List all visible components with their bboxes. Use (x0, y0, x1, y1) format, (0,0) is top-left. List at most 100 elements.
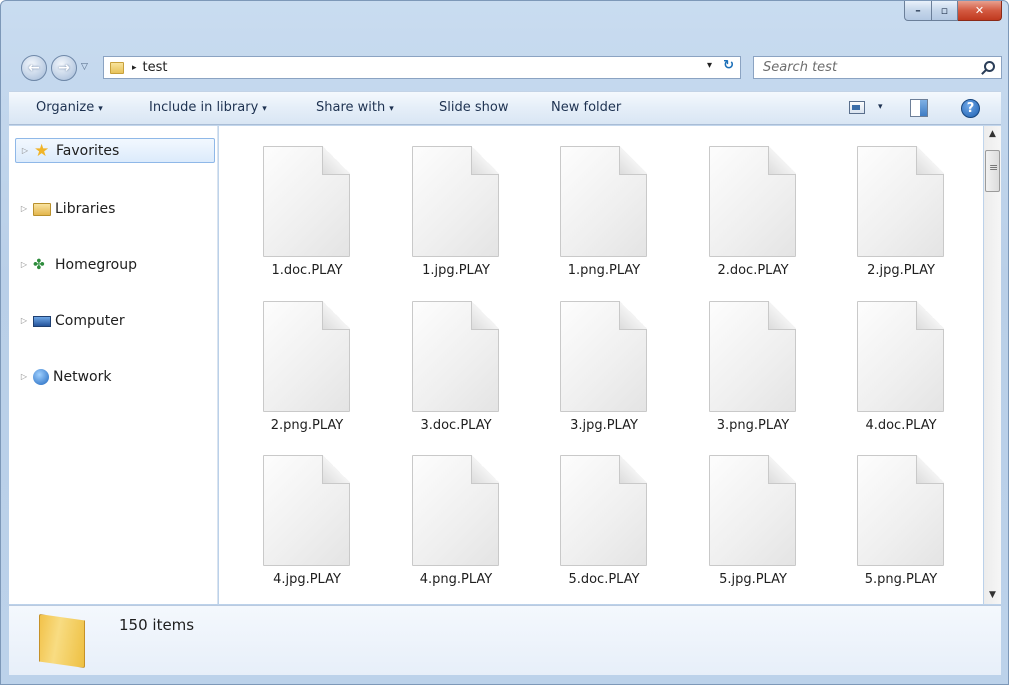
scroll-up-icon[interactable]: ▲ (984, 126, 1001, 143)
vertical-scrollbar[interactable]: ▲ ▼ (984, 126, 1001, 604)
star-icon: ★ (34, 140, 50, 161)
nav-label: Libraries (55, 200, 116, 217)
address-bar[interactable]: ▸ test ▾ ↻ (103, 56, 741, 79)
page-fold (322, 455, 350, 484)
recent-pages-dropdown[interactable]: ▽ (81, 62, 88, 72)
expand-arrow-icon[interactable]: ▷ (17, 316, 31, 325)
file-item[interactable]: 4.jpg.PLAY (227, 435, 350, 587)
share-with-button[interactable]: Share with ▾ (316, 100, 394, 115)
page-fold (768, 455, 796, 484)
page-fold (768, 301, 796, 330)
homegroup-icon: ✤ (33, 256, 45, 273)
file-name: 4.jpg.PLAY (273, 572, 341, 587)
page-fold (471, 301, 499, 330)
back-button[interactable]: ← (21, 55, 47, 81)
forward-arrow-icon: → (58, 60, 70, 76)
file-name: 1.jpg.PLAY (422, 263, 490, 278)
file-name: 2.doc.PLAY (717, 263, 789, 278)
page-fold (322, 301, 350, 330)
file-name: 2.jpg.PLAY (867, 263, 935, 278)
navigation-pane: ▷ ★ Favorites ▷ Libraries ▷ ✤ Homegroup … (9, 126, 218, 604)
help-icon[interactable]: ? (961, 99, 980, 118)
page-fold (916, 301, 944, 330)
nav-label: Favorites (56, 142, 120, 159)
command-bar: Organize ▾ Include in library ▾ Share with… (9, 91, 1001, 125)
chevron-down-icon[interactable]: ▾ (878, 102, 883, 112)
libraries-icon (33, 203, 51, 216)
forward-button[interactable]: → (51, 55, 77, 81)
file-name: 1.png.PLAY (567, 263, 641, 278)
include-in-library-label: Include in library (149, 100, 259, 115)
file-list: 1.doc.PLAY 1.jpg.PLAY 1.png.PLAY 2.doc.P… (219, 126, 983, 604)
minimize-button[interactable]: – (904, 1, 932, 21)
page-fold (619, 146, 647, 175)
scrollbar-thumb[interactable] (985, 150, 1000, 192)
file-item[interactable]: 1.doc.PLAY (227, 126, 350, 278)
file-item[interactable]: 2.doc.PLAY (673, 126, 796, 278)
nav-item-libraries[interactable]: ▷ Libraries (15, 196, 215, 221)
expand-arrow-icon[interactable]: ▷ (17, 204, 31, 213)
nav-item-network[interactable]: ▷ Network (15, 364, 215, 389)
file-name: 2.png.PLAY (270, 418, 344, 433)
back-arrow-icon: ← (28, 60, 40, 76)
breadcrumb-separator-icon[interactable]: ▸ (132, 63, 137, 73)
search-icon[interactable] (984, 61, 995, 72)
breadcrumb-current[interactable]: test (143, 60, 168, 75)
file-item[interactable]: 4.doc.PLAY (821, 281, 944, 433)
computer-icon (33, 316, 51, 327)
folder-icon (110, 61, 124, 74)
details-pane: 150 items (9, 605, 1001, 675)
slide-show-button[interactable]: Slide show (439, 100, 508, 115)
nav-item-computer[interactable]: ▷ Computer (15, 308, 215, 333)
page-fold (619, 455, 647, 484)
nav-item-favorites[interactable]: ▷ ★ Favorites (15, 138, 215, 163)
chevron-down-icon: ▾ (389, 104, 394, 114)
scroll-down-icon[interactable]: ▼ (984, 587, 1001, 604)
include-in-library-button[interactable]: Include in library ▾ (149, 100, 267, 115)
address-dropdown-icon[interactable]: ▾ (707, 60, 712, 71)
file-name: 5.jpg.PLAY (719, 572, 787, 587)
file-name: 4.doc.PLAY (865, 418, 937, 433)
nav-label: Computer (55, 312, 125, 329)
page-fold (322, 146, 350, 175)
explorer-window: – ▫ ✕ ← → ▽ ▸ test ▾ ↻ Search test Organ… (0, 0, 1009, 685)
file-item[interactable]: 5.png.PLAY (821, 435, 944, 587)
nav-label: Network (53, 368, 112, 385)
close-button[interactable]: ✕ (958, 1, 1002, 21)
maximize-button[interactable]: ▫ (932, 1, 958, 21)
file-name: 3.jpg.PLAY (570, 418, 638, 433)
file-item[interactable]: 5.jpg.PLAY (673, 435, 796, 587)
organize-button[interactable]: Organize ▾ (36, 100, 103, 115)
file-name: 5.doc.PLAY (568, 572, 640, 587)
file-item[interactable]: 4.png.PLAY (376, 435, 499, 587)
item-count: 150 items (119, 616, 195, 634)
network-icon (33, 368, 49, 385)
change-view-icon[interactable] (849, 101, 865, 114)
caption-buttons: – ▫ ✕ (904, 1, 1002, 21)
file-name: 1.doc.PLAY (271, 263, 343, 278)
nav-item-homegroup[interactable]: ▷ ✤ Homegroup (15, 252, 215, 277)
file-item[interactable]: 5.doc.PLAY (524, 435, 647, 587)
file-item[interactable]: 1.jpg.PLAY (376, 126, 499, 278)
preview-pane-icon[interactable] (910, 99, 928, 117)
folder-icon (39, 614, 85, 668)
file-item[interactable]: 3.doc.PLAY (376, 281, 499, 433)
search-input[interactable]: Search test (753, 56, 1002, 79)
search-placeholder: Search test (763, 60, 838, 75)
file-name: 4.png.PLAY (419, 572, 493, 587)
file-item[interactable]: 3.png.PLAY (673, 281, 796, 433)
expand-arrow-icon[interactable]: ▷ (17, 260, 31, 269)
page-fold (471, 455, 499, 484)
file-item[interactable]: 1.png.PLAY (524, 126, 647, 278)
file-item[interactable]: 2.png.PLAY (227, 281, 350, 433)
nav-label: Homegroup (55, 256, 138, 273)
file-name: 3.doc.PLAY (420, 418, 492, 433)
expand-arrow-icon[interactable]: ▷ (18, 146, 32, 155)
file-item[interactable]: 3.jpg.PLAY (524, 281, 647, 433)
page-fold (916, 455, 944, 484)
refresh-icon[interactable]: ↻ (723, 58, 734, 73)
new-folder-button[interactable]: New folder (551, 100, 621, 115)
chevron-down-icon: ▾ (98, 104, 103, 114)
expand-arrow-icon[interactable]: ▷ (17, 372, 31, 381)
file-item[interactable]: 2.jpg.PLAY (821, 126, 944, 278)
